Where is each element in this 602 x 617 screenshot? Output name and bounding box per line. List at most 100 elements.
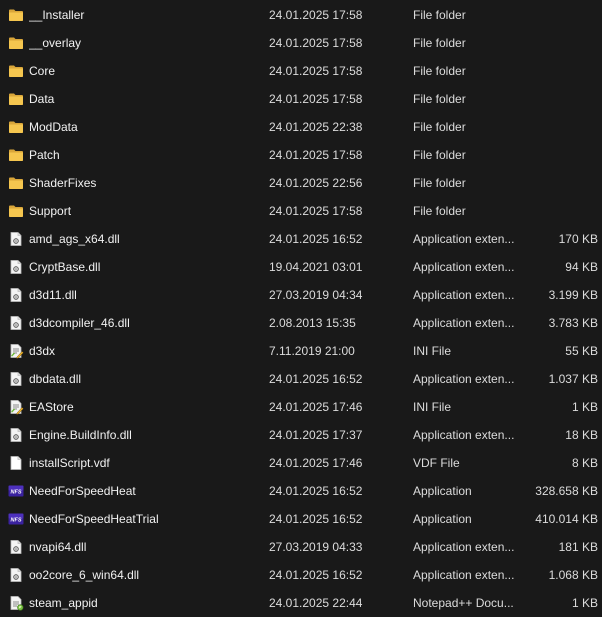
file-type: Application (413, 512, 472, 526)
file-row[interactable]: __overlay 24.01.2025 17:58 File folder (0, 29, 602, 57)
file-name: d3dcompiler_46.dll (29, 316, 130, 330)
file-type: VDF File (413, 456, 460, 470)
file-row[interactable]: d3dcompiler_46.dll 2.08.2013 15:35 Applica… (0, 309, 602, 337)
file-date-modified: 24.01.2025 22:56 (269, 176, 363, 190)
file-name: __Installer (29, 8, 85, 22)
file-size (520, 113, 598, 141)
file-size: 3.783 KB (548, 316, 598, 330)
file-name: d3dx (29, 344, 56, 358)
dll-file-icon (8, 287, 24, 303)
nfs-app-icon: NFS (8, 483, 24, 499)
file-size: 410.014 KB (535, 512, 598, 526)
nfs-app-icon: NFS (8, 511, 24, 527)
file-type: Application exten... (413, 260, 515, 274)
folder-icon (8, 91, 24, 107)
file-date-modified: 2.08.2013 15:35 (269, 316, 356, 330)
file-size: 18 KB (565, 428, 598, 442)
file-row[interactable]: dbdata.dll 24.01.2025 16:52 Application ex… (0, 365, 602, 393)
file-row[interactable]: Engine.BuildInfo.dll 24.01.2025 17:37 Appl… (0, 421, 602, 449)
file-type: Application exten... (413, 316, 515, 330)
file-date-modified: 24.01.2025 16:52 (269, 232, 363, 246)
file-size (520, 57, 598, 85)
file-type: Notepad++ Docu... (413, 596, 514, 610)
folder-icon (8, 35, 24, 51)
file-date-modified: 24.01.2025 17:58 (269, 148, 363, 162)
file-name: nvapi64.dll (29, 540, 87, 554)
file-date-modified: 24.01.2025 16:52 (269, 484, 363, 498)
file-size: 1.037 KB (548, 372, 598, 386)
file-name: Core (29, 64, 56, 78)
file-row[interactable]: NFS NeedForSpeedHeatTrial 24.01.2025 16:52… (0, 505, 602, 533)
file-type: Application (413, 484, 472, 498)
file-row[interactable]: NFS NeedForSpeedHeat 24.01.2025 16:52 Appli… (0, 477, 602, 505)
file-type: File folder (413, 120, 466, 134)
file-row[interactable]: installScript.vdf 24.01.2025 17:46 VDF Fil… (0, 449, 602, 477)
file-size (520, 169, 598, 197)
svg-text:NFS: NFS (11, 490, 22, 496)
file-row[interactable]: Patch 24.01.2025 17:58 File folder (0, 141, 602, 169)
file-size: 170 KB (558, 232, 598, 246)
file-name: NeedForSpeedHeat (29, 484, 136, 498)
file-row[interactable]: ShaderFixes 24.01.2025 22:56 File folder (0, 169, 602, 197)
file-size (520, 1, 598, 29)
file-size: 1 KB (571, 400, 598, 414)
folder-icon (8, 63, 24, 79)
file-size: 94 KB (565, 260, 598, 274)
file-row[interactable]: Support 24.01.2025 17:58 File folder (0, 197, 602, 225)
file-date-modified: 27.03.2019 04:33 (269, 540, 363, 554)
file-row[interactable]: oo2core_6_win64.dll 24.01.2025 16:52 Appli… (0, 561, 602, 589)
file-list: __Installer 24.01.2025 17:58 File folder __… (0, 1, 602, 617)
ini-file-icon (8, 399, 24, 415)
folder-icon (8, 119, 24, 135)
file-name: Patch (29, 148, 60, 162)
folder-icon (8, 175, 24, 191)
file-row[interactable]: Core 24.01.2025 17:58 File folder (0, 57, 602, 85)
file-size (520, 197, 598, 225)
file-row[interactable]: nvapi64.dll 27.03.2019 04:33 Application e… (0, 533, 602, 561)
dll-file-icon (8, 371, 24, 387)
file-type: INI File (413, 344, 452, 358)
file-type: File folder (413, 204, 466, 218)
file-row[interactable]: Data 24.01.2025 17:58 File folder (0, 85, 602, 113)
file-date-modified: 24.01.2025 17:58 (269, 92, 363, 106)
file-size: 181 KB (558, 540, 598, 554)
file-type: Application exten... (413, 288, 515, 302)
file-name: d3d11.dll (29, 288, 77, 302)
file-size: 1.068 KB (548, 568, 598, 582)
file-row[interactable]: d3d11.dll 27.03.2019 04:34 Application ext… (0, 281, 602, 309)
folder-icon (8, 147, 24, 163)
file-size: 1 KB (571, 596, 598, 610)
file-type: INI File (413, 400, 452, 414)
file-row[interactable]: steam_appid 24.01.2025 22:44 Notepad++ Doc… (0, 589, 602, 617)
file-date-modified: 27.03.2019 04:34 (269, 288, 363, 302)
file-size (520, 29, 598, 57)
file-type: Application exten... (413, 428, 515, 442)
file-type: File folder (413, 8, 466, 22)
file-date-modified: 24.01.2025 17:46 (269, 400, 363, 414)
dll-file-icon (8, 539, 24, 555)
file-date-modified: 24.01.2025 16:52 (269, 568, 363, 582)
file-name: NeedForSpeedHeatTrial (29, 512, 159, 526)
file-name: Support (29, 204, 72, 218)
file-row[interactable]: d3dx 7.11.2019 21:00 INI File 55 KB (0, 337, 602, 365)
file-size (520, 141, 598, 169)
file-type: File folder (413, 36, 466, 50)
file-date-modified: 24.01.2025 17:37 (269, 428, 363, 442)
file-date-modified: 24.01.2025 17:58 (269, 204, 363, 218)
file-row[interactable]: EAStore 24.01.2025 17:46 INI File 1 KB (0, 393, 602, 421)
file-name: amd_ags_x64.dll (29, 232, 120, 246)
file-row[interactable]: ModData 24.01.2025 22:38 File folder (0, 113, 602, 141)
svg-text:NFS: NFS (11, 518, 22, 524)
dll-file-icon (8, 427, 24, 443)
file-row[interactable]: CryptBase.dll 19.04.2021 03:01 Application… (0, 253, 602, 281)
blank-file-icon (8, 455, 24, 471)
file-date-modified: 7.11.2019 21:00 (269, 344, 355, 358)
file-row[interactable]: __Installer 24.01.2025 17:58 File folder (0, 1, 602, 29)
file-type: File folder (413, 92, 466, 106)
folder-icon (8, 203, 24, 219)
notepadpp-file-icon (8, 595, 24, 611)
file-type: File folder (413, 176, 466, 190)
file-row[interactable]: amd_ags_x64.dll 24.01.2025 16:52 Applicati… (0, 225, 602, 253)
file-name: Data (29, 92, 55, 106)
file-name: steam_appid (29, 596, 98, 610)
